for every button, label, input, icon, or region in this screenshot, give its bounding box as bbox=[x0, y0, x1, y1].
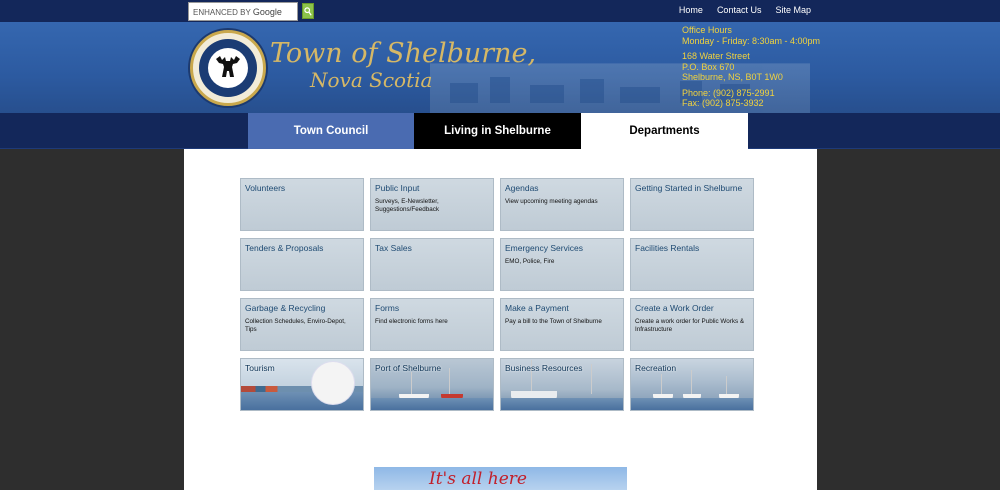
tile-title: Recreation bbox=[635, 363, 677, 373]
tile-title: Getting Started in Shelburne bbox=[635, 183, 743, 193]
google-label: Google bbox=[252, 7, 282, 17]
tile-description: Surveys, E-Newsletter, Suggestions/Feedb… bbox=[375, 198, 440, 213]
tile-business-resources[interactable]: Business Resources bbox=[500, 358, 624, 411]
utility-nav: Home Contact Us Site Map bbox=[679, 5, 811, 15]
search-icon bbox=[304, 6, 312, 16]
tile-title: Tourism bbox=[245, 363, 275, 373]
tile-description: Find electronic forms here bbox=[375, 318, 448, 325]
tile-description: Create a work order for Public Works & I… bbox=[635, 318, 745, 333]
town-wordmark[interactable]: Town of Shelburne, Nova Scotia bbox=[270, 38, 536, 92]
tile-make-a-payment[interactable]: Make a Payment Pay a bill to the Town of… bbox=[500, 298, 624, 351]
tile-title: Create a Work Order bbox=[635, 303, 714, 313]
tile-title: Emergency Services bbox=[505, 243, 583, 253]
visit-shelburne-badge bbox=[311, 361, 355, 405]
tile-getting-started[interactable]: Getting Started in Shelburne bbox=[630, 178, 754, 231]
promo-banner[interactable]: It's all here bbox=[374, 467, 627, 490]
tile-description: Pay a bill to the Town of Shelburne bbox=[505, 318, 602, 325]
tile-title: Tax Sales bbox=[375, 243, 412, 253]
tab-town-council[interactable]: Town Council bbox=[248, 113, 414, 149]
search-button[interactable] bbox=[302, 3, 314, 19]
tile-tenders-proposals[interactable]: Tenders & Proposals bbox=[240, 238, 364, 291]
search-brand-label: ENHANCED BY bbox=[193, 8, 251, 17]
tile-title: Business Resources bbox=[505, 363, 583, 373]
phone-number: Phone: (902) 875-2991 bbox=[682, 87, 775, 98]
wordmark-line2: Nova Scotia bbox=[310, 68, 433, 93]
tile-title: Volunteers bbox=[245, 183, 286, 193]
office-info: Office Hours Monday - Friday: 8:30am - 4… bbox=[682, 25, 820, 109]
top-bar: ENHANCED BY Google Home Contact Us Site … bbox=[0, 0, 1000, 22]
tile-description: View upcoming meeting agendas bbox=[505, 198, 598, 205]
tile-agendas[interactable]: Agendas View upcoming meeting agendas bbox=[500, 178, 624, 231]
tile-facilities-rentals[interactable]: Facilities Rentals bbox=[630, 238, 754, 291]
tile-tax-sales[interactable]: Tax Sales bbox=[370, 238, 494, 291]
main-content: Volunteers Public Input Surveys, E-Newsl… bbox=[184, 149, 817, 490]
tile-title: Port of Shelburne bbox=[375, 363, 442, 373]
town-seal-logo[interactable] bbox=[190, 30, 266, 106]
tile-forms[interactable]: Forms Find electronic forms here bbox=[370, 298, 494, 351]
office-hours-label: Office Hours bbox=[682, 25, 732, 35]
tile-public-input[interactable]: Public Input Surveys, E-Newsletter, Sugg… bbox=[370, 178, 494, 231]
address-city: Shelburne, NS, B0T 1W0 bbox=[682, 72, 783, 82]
contact-us-link[interactable]: Contact Us bbox=[717, 5, 762, 15]
tab-living-in-shelburne[interactable]: Living in Shelburne bbox=[414, 113, 581, 149]
tile-title: Public Input bbox=[375, 183, 420, 193]
search-input[interactable]: ENHANCED BY Google bbox=[188, 2, 298, 21]
address-street: 168 Water Street bbox=[682, 51, 750, 61]
tile-tourism[interactable]: Tourism bbox=[240, 358, 364, 411]
tile-recreation[interactable]: Recreation bbox=[630, 358, 754, 411]
tile-volunteers[interactable]: Volunteers bbox=[240, 178, 364, 231]
main-nav: Town Council Living in Shelburne Departm… bbox=[0, 113, 1000, 149]
tile-port-of-shelburne[interactable]: Port of Shelburne bbox=[370, 358, 494, 411]
tile-title: Garbage & Recycling bbox=[245, 303, 326, 313]
tile-emergency-services[interactable]: Emergency Services EMO, Police, Fire bbox=[500, 238, 624, 291]
tile-description: Collection Schedules, Enviro-Depot, Tips bbox=[245, 318, 346, 333]
office-hours: Monday - Friday: 8:30am - 4:00pm bbox=[682, 35, 821, 46]
home-link[interactable]: Home bbox=[679, 5, 703, 15]
fax-number: Fax: (902) 875-3932 bbox=[682, 98, 764, 108]
tile-garbage-recycling[interactable]: Garbage & Recycling Collection Schedules… bbox=[240, 298, 364, 351]
site-map-link[interactable]: Site Map bbox=[775, 5, 811, 15]
tile-description: EMO, Police, Fire bbox=[505, 258, 555, 265]
tile-title: Agendas bbox=[505, 183, 539, 193]
tab-departments[interactable]: Departments bbox=[581, 113, 748, 149]
address-pobox: P.O. Box 670 bbox=[682, 61, 735, 72]
tile-title: Tenders & Proposals bbox=[245, 243, 324, 253]
tile-create-work-order[interactable]: Create a Work Order Create a work order … bbox=[630, 298, 754, 351]
tile-title: Make a Payment bbox=[505, 303, 569, 313]
moose-icon bbox=[216, 56, 240, 77]
banner-text: It's all here bbox=[429, 469, 527, 489]
tile-title: Facilities Rentals bbox=[635, 243, 700, 253]
wordmark-line1: Town of Shelburne, bbox=[270, 38, 537, 69]
tile-title: Forms bbox=[375, 303, 400, 313]
